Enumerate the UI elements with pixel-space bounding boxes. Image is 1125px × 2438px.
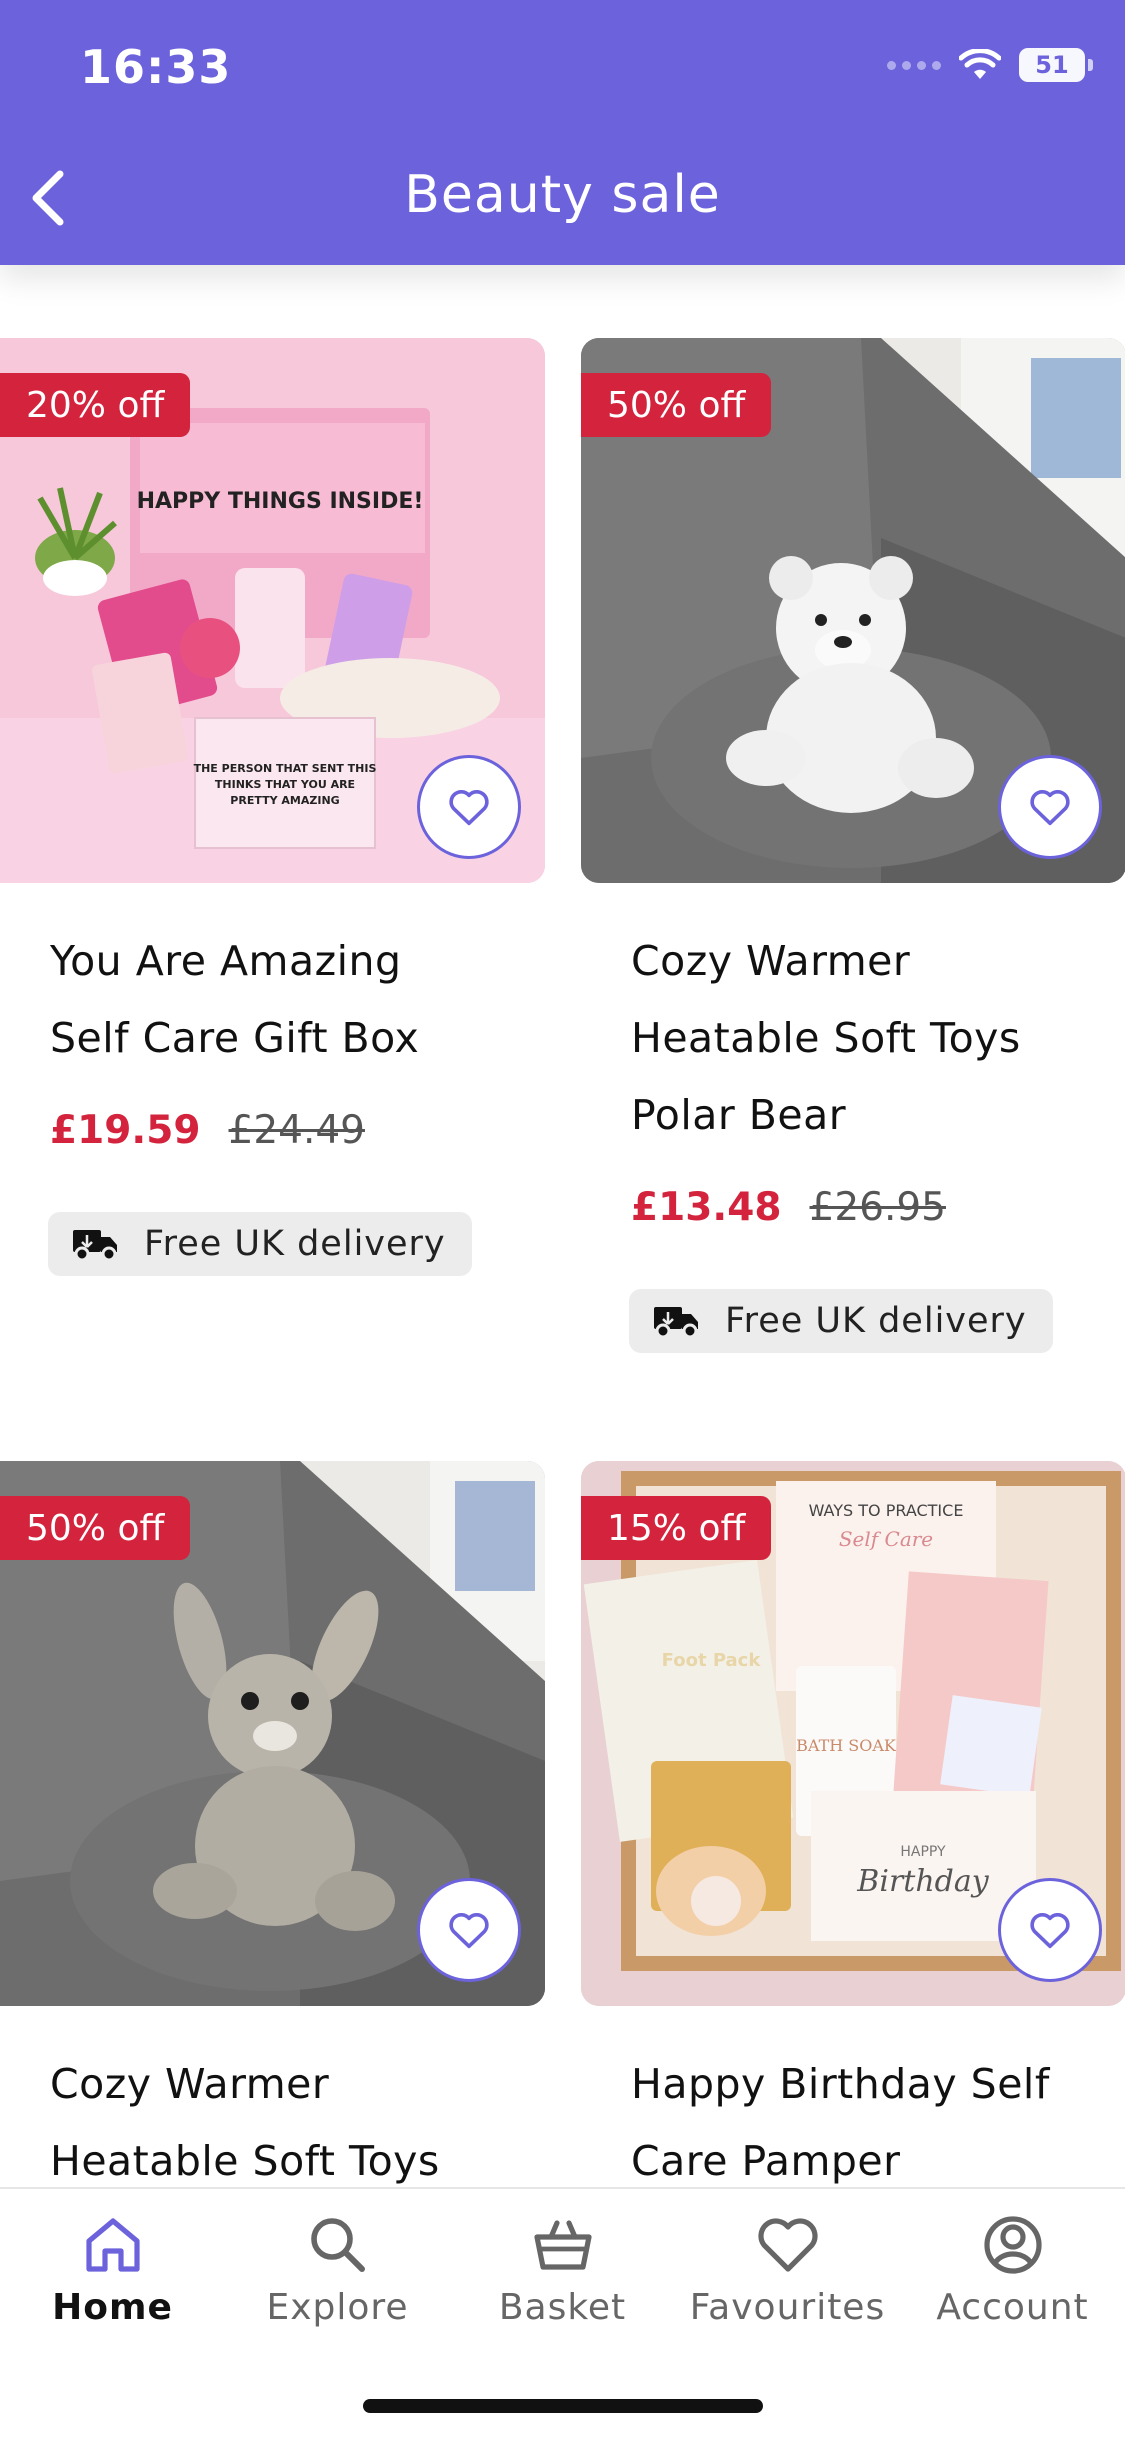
insert-card-title: Self Care <box>839 1527 933 1551</box>
birthday-card-title: Birthday <box>856 1864 989 1899</box>
delivery-text: Free UK delivery <box>725 1301 1027 1341</box>
app-header: 16:33 51 Beauty sale <box>0 0 1125 265</box>
page-title: Beauty sale <box>404 165 721 225</box>
product-name-line: Happy Birthday Self <box>631 2060 1050 2108</box>
delivery-truck-icon <box>654 1307 698 1338</box>
nav-label: Home <box>52 2287 173 2328</box>
price-row: £19.59 £24.49 <box>50 1108 365 1153</box>
card-text-line3: PRETTY AMAZING <box>230 794 339 807</box>
card-text-line1: THE PERSON THAT SENT THIS <box>194 762 377 775</box>
discount-badge: 50% off <box>581 373 772 437</box>
nav-home[interactable]: Home <box>0 2211 225 2328</box>
product-card[interactable]: 50% off Cozy Warmer Heatable Soft Toys <box>0 1461 545 2187</box>
product-name[interactable]: You Are Amazing Self Care Gift Box <box>50 923 530 1077</box>
home-icon <box>85 2218 140 2272</box>
product-name-line: Heatable Soft Toys <box>50 2137 440 2185</box>
price-row: £13.48 £26.95 <box>631 1185 946 1230</box>
status-icons: 51 <box>887 48 1093 82</box>
product-image[interactable]: 50% off <box>0 1461 545 2006</box>
battery-level: 51 <box>1035 51 1069 79</box>
insert-card-heading: WAYS TO PRACTICE <box>809 1501 964 1520</box>
product-label-bath: BATH SOAK <box>796 1736 897 1755</box>
product-card[interactable]: 50% off Cozy Warmer Heatable Soft Toys P… <box>581 338 1125 1368</box>
favourite-button[interactable] <box>998 755 1102 859</box>
product-image[interactable]: WAYS TO PRACTICE Self Care Foot Pack BAT… <box>581 1461 1125 2006</box>
product-name-line: Cozy Warmer <box>50 2060 330 2108</box>
product-name-line: Cozy Warmer <box>631 937 911 985</box>
account-icon <box>983 2216 1042 2274</box>
nav-explore[interactable]: Explore <box>225 2211 450 2328</box>
heart-outline-icon <box>449 790 489 826</box>
nav-label: Account <box>936 2287 1089 2328</box>
product-name-line: You Are Amazing <box>50 937 402 985</box>
product-name[interactable]: Happy Birthday Self Care Pamper <box>631 2046 1111 2187</box>
nav-label: Explore <box>266 2287 409 2328</box>
birthday-card-happy: HAPPY <box>900 1844 946 1860</box>
search-icon <box>310 2218 365 2272</box>
product-name-line: Polar Bear <box>631 1091 847 1139</box>
home-indicator <box>363 2399 763 2413</box>
product-card[interactable]: HAPPY THINGS INSIDE! THE PERSON THAT SEN… <box>0 338 545 1298</box>
nav-basket[interactable]: Basket <box>450 2211 675 2328</box>
sale-price: £13.48 <box>631 1185 782 1230</box>
product-name[interactable]: Cozy Warmer Heatable Soft Toys Polar Bea… <box>631 923 1111 1154</box>
original-price: £24.49 <box>228 1108 365 1153</box>
status-time: 16:33 <box>80 40 232 94</box>
delivery-badge: Free UK delivery <box>48 1212 472 1276</box>
product-card[interactable]: WAYS TO PRACTICE Self Care Foot Pack BAT… <box>581 1461 1125 2187</box>
product-image[interactable]: HAPPY THINGS INSIDE! THE PERSON THAT SEN… <box>0 338 545 883</box>
original-price: £26.95 <box>809 1185 946 1230</box>
product-name-line: Heatable Soft Toys <box>631 1014 1021 1062</box>
discount-badge: 15% off <box>581 1496 772 1560</box>
heart-outline-icon <box>1030 1913 1070 1949</box>
product-name[interactable]: Cozy Warmer Heatable Soft Toys <box>50 2046 530 2187</box>
bottom-navigation: Home Explore Basket Favourites Account <box>0 2187 1125 2438</box>
nav-favourites[interactable]: Favourites <box>675 2211 900 2328</box>
discount-badge: 50% off <box>0 1496 191 1560</box>
card-text-line2: THINKS THAT YOU ARE <box>215 778 355 791</box>
nav-label: Favourites <box>689 2287 886 2328</box>
nav-label: Basket <box>498 2287 627 2328</box>
nav-account[interactable]: Account <box>900 2211 1125 2328</box>
heart-outline-icon <box>449 1913 489 1949</box>
heart-outline-icon <box>1030 790 1070 826</box>
signal-icon <box>887 60 941 70</box>
wifi-icon <box>959 49 1001 79</box>
box-lid-text: HAPPY THINGS INSIDE! <box>137 489 424 514</box>
battery-icon: 51 <box>1019 48 1093 82</box>
favourite-button[interactable] <box>998 1878 1102 1982</box>
delivery-badge: Free UK delivery <box>629 1289 1053 1353</box>
delivery-truck-icon <box>73 1230 117 1261</box>
sale-price: £19.59 <box>50 1108 201 1153</box>
delivery-text: Free UK delivery <box>144 1224 446 1264</box>
heart-icon <box>757 2218 818 2272</box>
basket-icon <box>533 2220 592 2270</box>
favourite-button[interactable] <box>417 755 521 859</box>
product-image[interactable]: 50% off <box>581 338 1125 883</box>
favourite-button[interactable] <box>417 1878 521 1982</box>
discount-badge: 20% off <box>0 373 191 437</box>
product-label-foot: Foot Pack <box>662 1650 762 1671</box>
product-name-line: Care Pamper <box>631 2137 901 2185</box>
product-name-line: Self Care Gift Box <box>50 1014 420 1062</box>
